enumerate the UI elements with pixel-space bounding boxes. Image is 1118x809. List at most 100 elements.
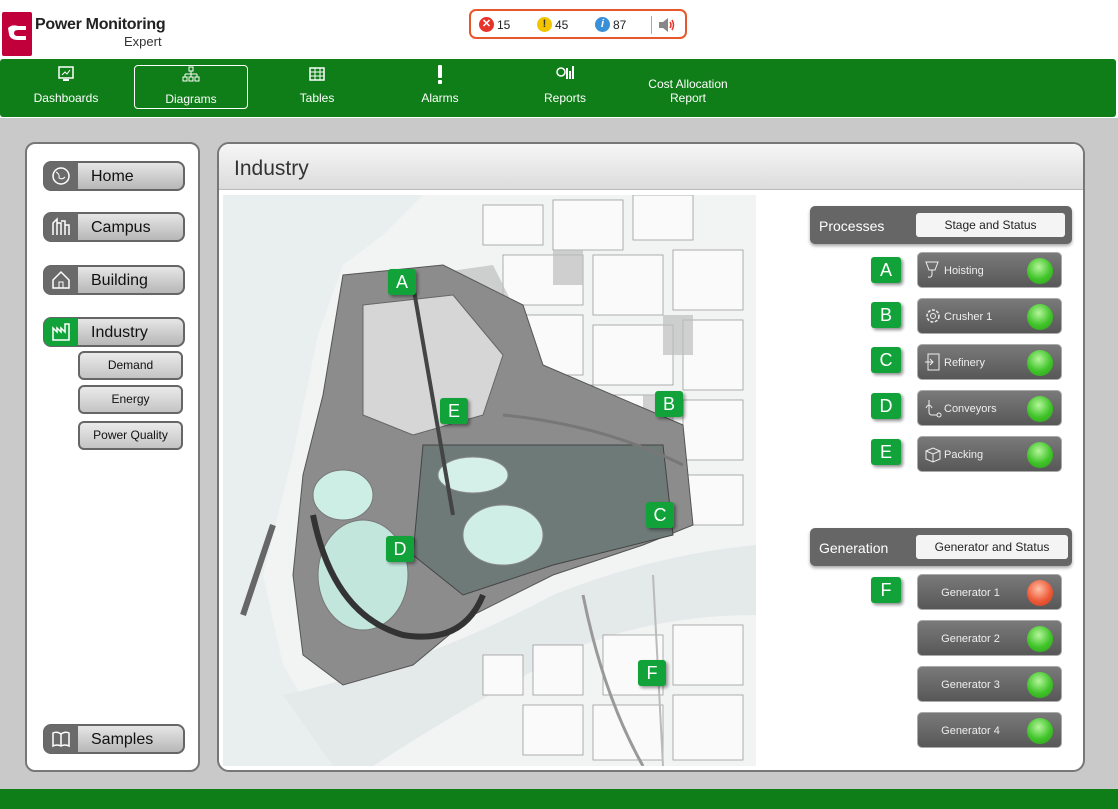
warning-count-value: 45 xyxy=(555,17,569,32)
conveyor-icon xyxy=(923,398,943,421)
book-icon xyxy=(52,731,70,748)
sidebar-item-label: Samples xyxy=(91,731,154,748)
diagram-icon xyxy=(182,66,200,87)
error-count[interactable]: ✕ 15 xyxy=(479,17,510,32)
generator-tile-4[interactable]: Generator 4 xyxy=(917,712,1062,748)
status-indicator-ok xyxy=(1027,672,1053,698)
nav-tables-label: Tables xyxy=(299,91,335,105)
nav-cost-allocation-label: Cost Allocation xyxy=(648,77,728,91)
process-marker-c[interactable]: C xyxy=(871,347,901,373)
sidebar: Home Campus Building Industry Demand Ene… xyxy=(25,142,200,772)
generation-marker-f[interactable]: F xyxy=(871,577,901,603)
status-indicator-ok xyxy=(1027,258,1053,284)
generator-tile-2[interactable]: Generator 2 xyxy=(917,620,1062,656)
nav-cost-allocation-report[interactable]: Cost Allocation Report xyxy=(628,65,748,109)
building-icon-box xyxy=(44,266,78,294)
sidebar-subitem-demand[interactable]: Demand xyxy=(78,351,183,380)
process-label: Conveyors xyxy=(944,403,997,415)
info-count-value: 87 xyxy=(613,17,627,32)
process-tile-packing[interactable]: Packing xyxy=(917,436,1062,472)
nav-diagrams[interactable]: Diagrams xyxy=(134,65,248,109)
sidebar-item-home[interactable]: Home xyxy=(43,161,185,191)
generation-header: Generation Generator and Status xyxy=(810,528,1072,566)
generation-header-pill: Generator and Status xyxy=(916,535,1068,559)
process-marker-b[interactable]: B xyxy=(871,302,901,328)
nav-cost-allocation-label2: Report xyxy=(669,91,707,105)
nav-alarms[interactable]: Alarms xyxy=(400,65,480,109)
site-map-illustration xyxy=(223,195,756,766)
sidebar-subitem-power-quality[interactable]: Power Quality xyxy=(78,421,183,450)
process-label: Crusher 1 xyxy=(944,311,993,323)
info-count[interactable]: i 87 xyxy=(595,17,626,32)
alarm-summary[interactable]: ✕ 15 ! 45 i 87 xyxy=(469,9,687,39)
map-marker-e[interactable]: E xyxy=(440,398,468,424)
status-indicator-alarm xyxy=(1027,580,1053,606)
nav-dashboards[interactable]: Dashboards xyxy=(26,65,106,109)
process-label: Refinery xyxy=(944,357,985,369)
map-marker-f[interactable]: F xyxy=(638,660,666,686)
error-icon: ✕ xyxy=(479,17,494,32)
table-icon xyxy=(308,65,326,86)
generator-tile-1[interactable]: Generator 1 xyxy=(917,574,1062,610)
alarm-exclamation-icon xyxy=(431,65,449,88)
sidebar-item-label: Campus xyxy=(91,219,151,236)
app-header: Power Monitoring Expert ✕ 15 ! 45 i 87 xyxy=(0,0,1118,58)
process-label: Packing xyxy=(944,449,984,461)
sidebar-subitem-energy[interactable]: Energy xyxy=(78,385,183,414)
info-icon: i xyxy=(595,17,610,32)
generator-tile-3[interactable]: Generator 3 xyxy=(917,666,1062,702)
samples-icon-box xyxy=(44,725,78,753)
status-indicator-ok xyxy=(1027,626,1053,652)
globe-icon xyxy=(52,167,70,185)
process-tile-crusher-1[interactable]: Crusher 1 xyxy=(917,298,1062,334)
generator-label: Generator 4 xyxy=(941,725,1000,737)
industry-icon-box xyxy=(44,318,78,346)
campus-icon xyxy=(52,217,70,235)
warning-count[interactable]: ! 45 xyxy=(537,17,568,32)
processes-header-label: Processes xyxy=(819,218,885,234)
nav-dashboards-label: Dashboards xyxy=(33,91,99,105)
process-marker-a[interactable]: A xyxy=(871,257,901,283)
sidebar-item-samples[interactable]: Samples xyxy=(43,724,185,754)
error-count-value: 15 xyxy=(497,17,511,32)
sidebar-item-campus[interactable]: Campus xyxy=(43,212,185,242)
brand-logo xyxy=(2,12,32,56)
refinery-icon xyxy=(923,352,943,375)
hoist-icon xyxy=(923,260,941,283)
home-icon-box xyxy=(44,162,78,190)
divider xyxy=(651,16,652,34)
process-tile-conveyors[interactable]: Conveyors xyxy=(917,390,1062,426)
process-tile-refinery[interactable]: Refinery xyxy=(917,344,1062,380)
status-indicator-ok xyxy=(1027,350,1053,376)
brand-subtitle: Expert xyxy=(124,34,162,49)
processes-header-pill: Stage and Status xyxy=(916,213,1065,237)
map-marker-c[interactable]: C xyxy=(646,502,674,528)
map-marker-d[interactable]: D xyxy=(386,536,414,562)
panel-header: Industry xyxy=(219,144,1083,190)
nav-reports[interactable]: Reports xyxy=(525,65,605,109)
site-map[interactable] xyxy=(223,195,756,766)
status-indicator-ok xyxy=(1027,304,1053,330)
nav-diagrams-label: Diagrams xyxy=(165,92,217,106)
status-indicator-ok xyxy=(1027,718,1053,744)
map-marker-b[interactable]: B xyxy=(655,391,683,417)
generator-label: Generator 3 xyxy=(941,679,1000,691)
sidebar-item-industry[interactable]: Industry xyxy=(43,317,185,347)
generator-label: Generator 2 xyxy=(941,633,1000,645)
generator-label: Generator 1 xyxy=(941,587,1000,599)
nav-tables[interactable]: Tables xyxy=(277,65,357,109)
sidebar-item-label: Home xyxy=(91,168,134,185)
speaker-icon[interactable] xyxy=(657,16,677,39)
process-marker-e[interactable]: E xyxy=(871,439,901,465)
sidebar-item-building[interactable]: Building xyxy=(43,265,185,295)
app-root: Power Monitoring Expert ✕ 15 ! 45 i 87 D… xyxy=(0,0,1118,809)
process-marker-d[interactable]: D xyxy=(871,393,901,419)
warning-icon: ! xyxy=(537,17,552,32)
gear-icon xyxy=(923,306,943,329)
box-icon xyxy=(923,444,943,467)
process-tile-hoisting[interactable]: Hoisting xyxy=(917,252,1062,288)
nav-reports-label: Reports xyxy=(543,91,587,105)
campus-icon-box xyxy=(44,213,78,241)
house-icon xyxy=(52,270,70,289)
map-marker-a[interactable]: A xyxy=(388,269,416,295)
